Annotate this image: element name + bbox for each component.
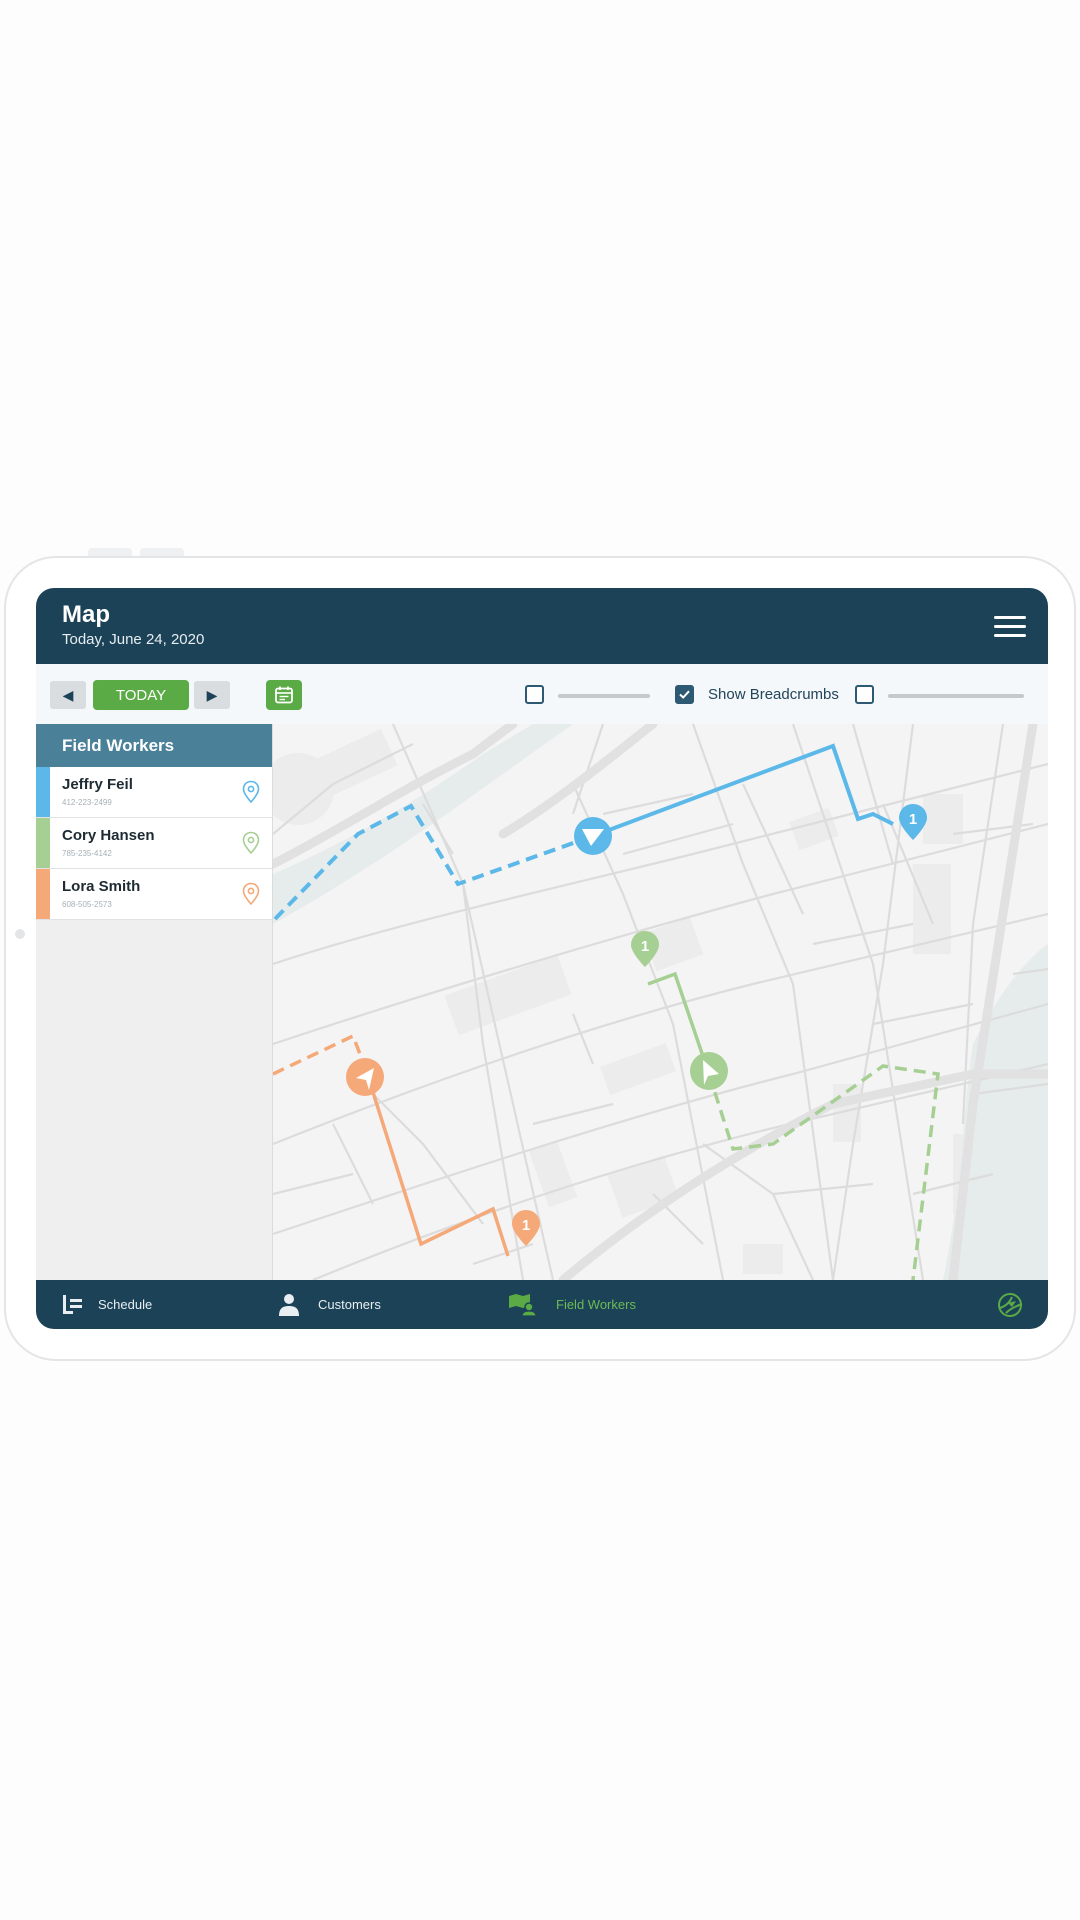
map-view[interactable]: 1 1 1 bbox=[262, 719, 1048, 1285]
tab-label: Schedule bbox=[98, 1297, 153, 1312]
schedule-icon bbox=[63, 1294, 82, 1314]
option-slider-3[interactable] bbox=[888, 694, 1024, 698]
option-checkbox-3[interactable] bbox=[855, 685, 874, 704]
worker-color-bar bbox=[36, 767, 50, 817]
location-pin-icon[interactable] bbox=[242, 882, 260, 906]
job-pin-label: 1 bbox=[522, 1217, 530, 1234]
bottom-nav: Schedule Customers Field Workers bbox=[36, 1280, 1048, 1329]
device-volume-button bbox=[88, 548, 132, 556]
location-pin-icon[interactable] bbox=[242, 780, 260, 804]
app-screen: Map Today, June 24, 2020 ◀ TODAY ▶ Show … bbox=[36, 588, 1048, 1329]
job-pin-label: 1 bbox=[909, 811, 917, 828]
worker-item-jeffry-feil[interactable]: Jeffry Feil 412-223-2499 bbox=[36, 767, 272, 818]
field-workers-sidebar: Field Workers Jeffry Feil 412-223-2499 C… bbox=[36, 724, 273, 1280]
worker-color-bar bbox=[36, 818, 50, 868]
worker-position-marker-lora[interactable] bbox=[346, 1058, 384, 1096]
worker-name: Jeffry Feil bbox=[62, 776, 133, 793]
worker-phone: 785-235-4142 bbox=[62, 849, 112, 858]
worker-position-marker-cory[interactable] bbox=[690, 1052, 728, 1090]
job-pin-label: 1 bbox=[641, 938, 649, 955]
job-pin-jeffry[interactable]: 1 bbox=[899, 804, 927, 840]
tab-field-workers[interactable]: Field Workers bbox=[508, 1280, 636, 1329]
show-breadcrumbs-label: Show Breadcrumbs bbox=[708, 686, 839, 703]
worker-item-lora-smith[interactable]: Lora Smith 608-505-2573 bbox=[36, 869, 272, 920]
calendar-icon bbox=[275, 686, 293, 704]
map-buildings bbox=[262, 728, 1003, 1274]
today-button[interactable]: TODAY bbox=[93, 680, 189, 710]
map-toolbar: ◀ TODAY ▶ Show Breadcrumbs bbox=[36, 664, 1048, 725]
worker-name: Cory Hansen bbox=[62, 827, 155, 844]
option-checkbox-1[interactable] bbox=[525, 685, 544, 704]
map-person-icon bbox=[509, 1293, 537, 1317]
tab-label: Field Workers bbox=[556, 1297, 636, 1312]
brand-logo-icon bbox=[998, 1293, 1023, 1317]
sidebar-title: Field Workers bbox=[36, 724, 272, 767]
tab-schedule[interactable]: Schedule bbox=[62, 1280, 152, 1329]
map-canvas[interactable]: 1 1 1 bbox=[262, 719, 1048, 1285]
worker-color-bar bbox=[36, 869, 50, 919]
calendar-button[interactable] bbox=[266, 680, 302, 710]
worker-item-cory-hansen[interactable]: Cory Hansen 785-235-4142 bbox=[36, 818, 272, 869]
page-title: Map bbox=[62, 601, 110, 628]
checkmark-icon bbox=[679, 690, 690, 699]
device-power-button bbox=[140, 548, 184, 556]
person-icon bbox=[279, 1293, 299, 1316]
worker-phone: 412-223-2499 bbox=[62, 798, 112, 807]
option-slider-1[interactable] bbox=[558, 694, 650, 698]
location-pin-icon[interactable] bbox=[242, 831, 260, 855]
worker-name: Lora Smith bbox=[62, 878, 141, 895]
device-camera bbox=[15, 929, 25, 939]
previous-day-button[interactable]: ◀ bbox=[50, 681, 86, 709]
worker-position-marker-jeffry[interactable] bbox=[574, 817, 612, 855]
app-header: Map Today, June 24, 2020 bbox=[36, 588, 1048, 664]
tab-label: Customers bbox=[318, 1297, 381, 1312]
route-jeffry bbox=[592, 743, 894, 838]
tab-customers[interactable]: Customers bbox=[278, 1280, 381, 1329]
hamburger-menu-icon[interactable] bbox=[994, 616, 1026, 638]
next-day-button[interactable]: ▶ bbox=[194, 681, 230, 709]
page-date: Today, June 24, 2020 bbox=[62, 631, 205, 648]
show-breadcrumbs-checkbox[interactable] bbox=[675, 685, 694, 704]
worker-phone: 608-505-2573 bbox=[62, 900, 112, 909]
